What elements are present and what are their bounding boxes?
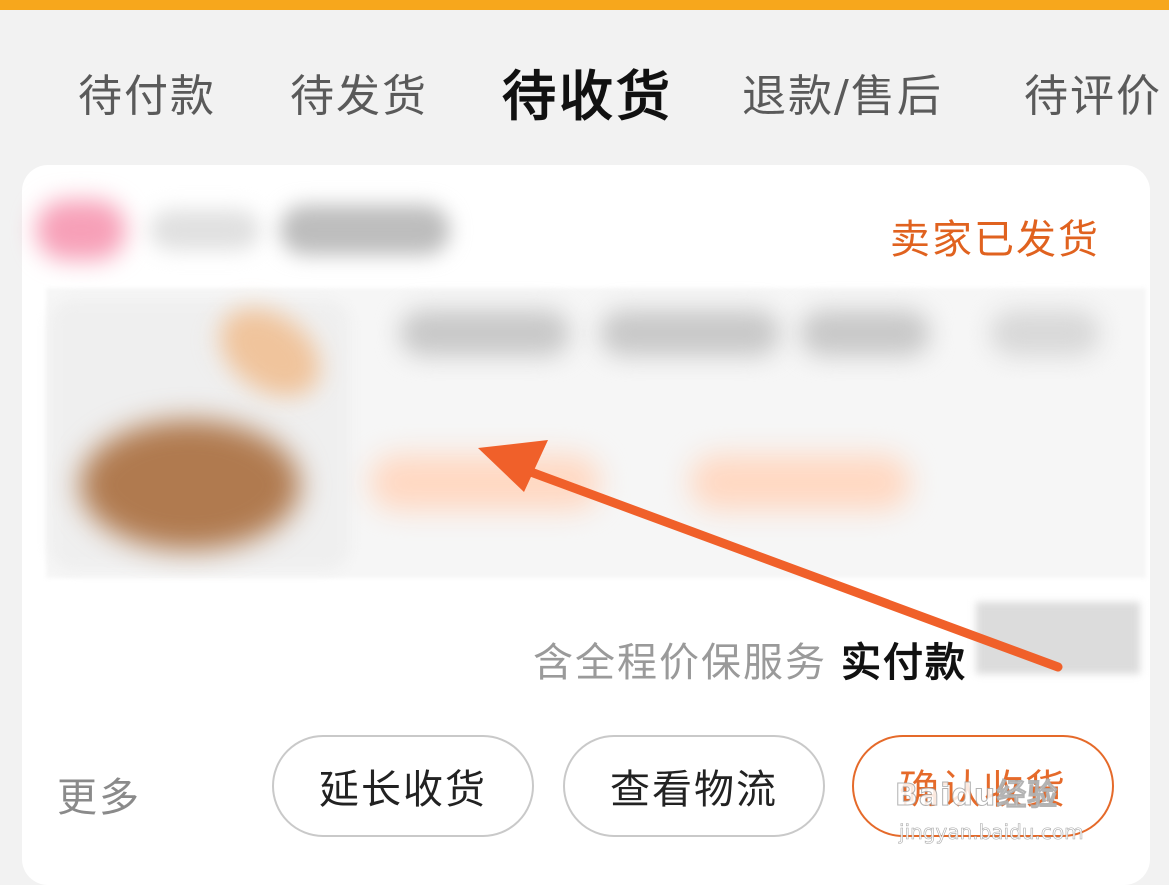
tab-pending-receipt[interactable]: 待收货 [502, 52, 673, 131]
tab-pending-review[interactable]: 待评价 [1024, 60, 1162, 124]
paid-amount-label: 实付款 [841, 640, 967, 686]
confirm-receipt-button[interactable]: 确认收货 [852, 735, 1114, 837]
goods-title-redacted [800, 310, 930, 356]
shop-avatar[interactable] [36, 200, 126, 260]
price-protection-note: 含全程价保服务 [533, 640, 827, 686]
shop-name-redacted-2 [280, 205, 450, 255]
goods-tag-redacted [690, 455, 910, 510]
goods-title-redacted [600, 310, 780, 356]
shop-name-redacted [150, 210, 260, 250]
goods-title-redacted [990, 310, 1100, 356]
goods-tag-redacted [370, 455, 600, 510]
view-logistics-button[interactable]: 查看物流 [563, 735, 825, 837]
extend-receipt-button[interactable]: 延长收货 [272, 735, 534, 837]
goods-thumbnail-content [80, 420, 300, 550]
paid-amount-redacted [976, 602, 1140, 674]
order-tabs: 待付款 待发货 待收货 退款/售后 待评价 [0, 40, 1169, 140]
more-button[interactable]: 更多 [57, 765, 141, 823]
top-accent-bar [0, 0, 1169, 10]
tab-pending-payment[interactable]: 待付款 [78, 60, 216, 124]
price-summary: 含全程价保服务 实付款 [533, 630, 967, 688]
tab-pending-shipment[interactable]: 待发货 [290, 60, 428, 124]
order-status: 卖家已发货 [890, 217, 1100, 263]
tab-refund-aftersale[interactable]: 退款/售后 [742, 60, 943, 124]
goods-title-redacted [400, 310, 570, 356]
